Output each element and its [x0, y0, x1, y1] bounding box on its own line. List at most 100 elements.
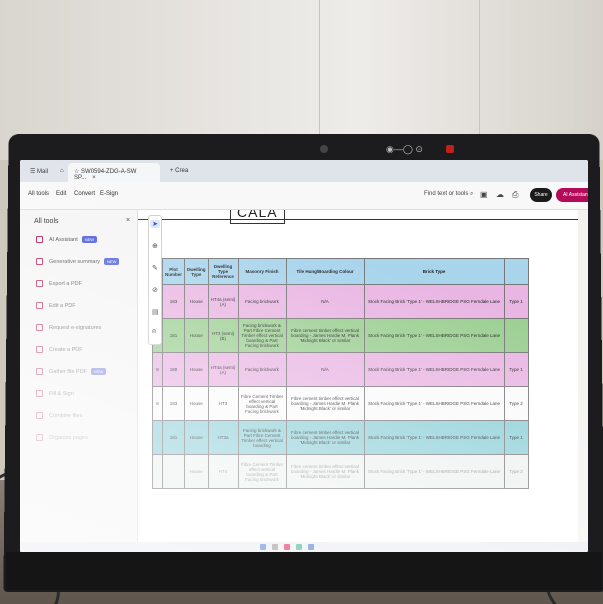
tab-document[interactable]: ☆ SW0594-ZDG-A-SW SP... × [68, 163, 160, 182]
tool-item[interactable]: Organize pages [36, 434, 88, 441]
menu-esign[interactable]: E-Sign [100, 191, 118, 197]
share-button[interactable]: Share [530, 188, 552, 202]
privacy-icon: ◉—◯ ⊙ [386, 144, 423, 154]
lasso-icon[interactable]: ⊘ [152, 286, 158, 294]
table-cell: Facing brickwork [237, 352, 287, 387]
table-cell: Type 1 [503, 284, 529, 319]
app-icon[interactable] [284, 544, 290, 550]
table-cell: HT3 (semi) (B) [207, 318, 239, 353]
table-row: 181 House HT3a Facing brickwork & Part Fibr… [152, 420, 529, 455]
stamp-icon[interactable]: ⍝ [152, 328, 156, 336]
tools-panel-title: All tools [34, 218, 59, 225]
table-cell: Facing brickwork & Part Fibre Cement Tim… [237, 318, 287, 353]
floating-toolbar: ➤ ⊕ ✎ ⊘ ▤ ⍝ [148, 215, 162, 345]
tool-item-label: Organize pages [49, 434, 88, 441]
table-cell: 183 [161, 284, 186, 319]
tool-item[interactable]: Fill & Sign [36, 390, 74, 397]
tool-item[interactable]: Combine files [36, 412, 82, 419]
new-badge: NEW [90, 368, 107, 375]
menu-icon: ☰ [30, 169, 38, 175]
table-cell: Stock Facing Brick 'Type 1' - WELSHBRIDG… [363, 386, 505, 421]
menu-all-tools[interactable]: All tools [28, 191, 49, 197]
tools-panel: All tools × AI Assistant NEW Generative su… [20, 210, 138, 552]
cloud-icon[interactable]: ☁ [496, 190, 504, 199]
zoom-icon[interactable]: ⊕ [152, 242, 158, 250]
table-cell: 8 [152, 352, 163, 387]
close-icon[interactable]: × [92, 175, 96, 181]
table-cell: HT4a (semi) (A) [207, 352, 239, 387]
table-cell: Stock Facing Brick 'Type 1' - WELSHBRIDG… [363, 454, 505, 489]
app-icon[interactable] [296, 544, 302, 550]
tab-mail[interactable]: ☰ Mail [24, 163, 54, 182]
close-icon[interactable]: × [126, 217, 130, 224]
tool-item-label: Export a PDF [49, 280, 83, 287]
table-cell [152, 420, 163, 455]
start-icon[interactable] [260, 544, 266, 550]
table-row: 8 180 House HT4a (semi) (A) Facing brickwork… [152, 352, 529, 387]
app-icon[interactable] [308, 544, 314, 550]
column-header: Brick Type [363, 258, 505, 285]
table-cell: 6 [152, 386, 163, 421]
tool-item[interactable]: Gather file PDF NEW [36, 368, 107, 375]
camera-shutter [446, 145, 454, 153]
tool-item-label: Generative summary [49, 258, 101, 265]
ai-assistant-button[interactable]: AI Assistant [556, 188, 588, 202]
table-cell: Stock Facing Brick 'Type 1' - WELSHBRIDG… [363, 284, 505, 319]
table-cell: Type 1 [503, 352, 529, 387]
table-cell: Facing brickwork [237, 284, 287, 319]
dwelling-table: Plot Number Dwelling Type Dwelling Type Re… [152, 258, 529, 489]
table-cell: Type 2 [503, 454, 529, 489]
tool-icon [36, 324, 43, 331]
pdf-document: CALA Plot Number Dwelling Type Dwelling Ty… [138, 210, 578, 542]
table-row: 6 183 House HT3 Fibre Cement Timber effect v… [152, 386, 529, 421]
menu-edit[interactable]: Edit [56, 191, 66, 197]
search-icon[interactable] [272, 544, 278, 550]
photo-scene: ◉—◯ ⊙ ☰ Mail ⌂ ☆ SW0594-ZDG-A-SW SP... × … [0, 0, 603, 604]
tool-item-label: Fill & Sign [49, 390, 74, 397]
text-box-icon[interactable]: ▤ [152, 308, 159, 316]
table-cell: HT3a [207, 420, 239, 455]
table-row: 9183HouseHT4a (semi) (A)Facing brickwork… [152, 284, 529, 319]
table-cell: HT4a (semi) (A) [207, 284, 239, 319]
table-cell: Type 2 [503, 386, 529, 421]
table-cell: House [184, 352, 209, 387]
table-cell: House [184, 454, 209, 489]
table-cell: Fibre cement timber effect vertical boar… [285, 318, 365, 353]
table-cell: HT3 [207, 386, 239, 421]
column-header: Dwelling Type Reference [207, 258, 239, 285]
table-cell: Fibre Cement Timber effect vertical boar… [237, 454, 287, 489]
column-header: Dwelling Type [184, 258, 209, 285]
table-header-row: Plot Number Dwelling Type Dwelling Type Re… [152, 258, 529, 285]
tool-item[interactable]: Export a PDF [36, 280, 82, 287]
laptop-bottom-bezel [6, 552, 602, 590]
tool-item[interactable]: Request e-signatures [36, 324, 101, 331]
wall-panel [320, 0, 480, 140]
cursor-icon[interactable]: ➤ [150, 220, 160, 228]
document-heading: CALA [230, 210, 285, 224]
table-cell: Type 1 [503, 420, 529, 455]
tool-item[interactable]: Generative summary NEW [36, 258, 120, 265]
heading-rule [138, 219, 578, 220]
tab-create[interactable]: + Crea [164, 163, 194, 182]
tool-icon [36, 280, 43, 287]
tool-item[interactable]: AI Assistant NEW [36, 236, 98, 243]
tool-icon [36, 412, 43, 419]
table-cell: House [184, 420, 209, 455]
tool-item-label: AI Assistant [49, 236, 78, 243]
search-icon: ⌕ [470, 191, 474, 197]
save-icon[interactable]: ▣ [480, 190, 488, 199]
print-icon[interactable]: ⎙ [512, 190, 518, 200]
pen-icon[interactable]: ✎ [152, 264, 158, 272]
table-cell: House [184, 284, 209, 319]
column-header: Masonry Finish [237, 258, 287, 285]
table-cell: N/A [285, 284, 365, 319]
tool-item[interactable]: Edit a PDF [36, 302, 76, 309]
table-cell: Fibre cement timber effect vertical boar… [285, 386, 365, 421]
find-field[interactable]: Find text or tools ⌕ [424, 191, 473, 198]
column-header: Tile Hung/Boarding Colour [285, 258, 365, 285]
table-row: House HT4 Fibre Cement Timber effect verti… [152, 454, 529, 489]
tool-item[interactable]: Create a PDF [36, 346, 83, 353]
table-cell: 183 [161, 386, 186, 421]
menu-convert[interactable]: Convert [74, 191, 95, 197]
tool-icon [36, 258, 43, 265]
